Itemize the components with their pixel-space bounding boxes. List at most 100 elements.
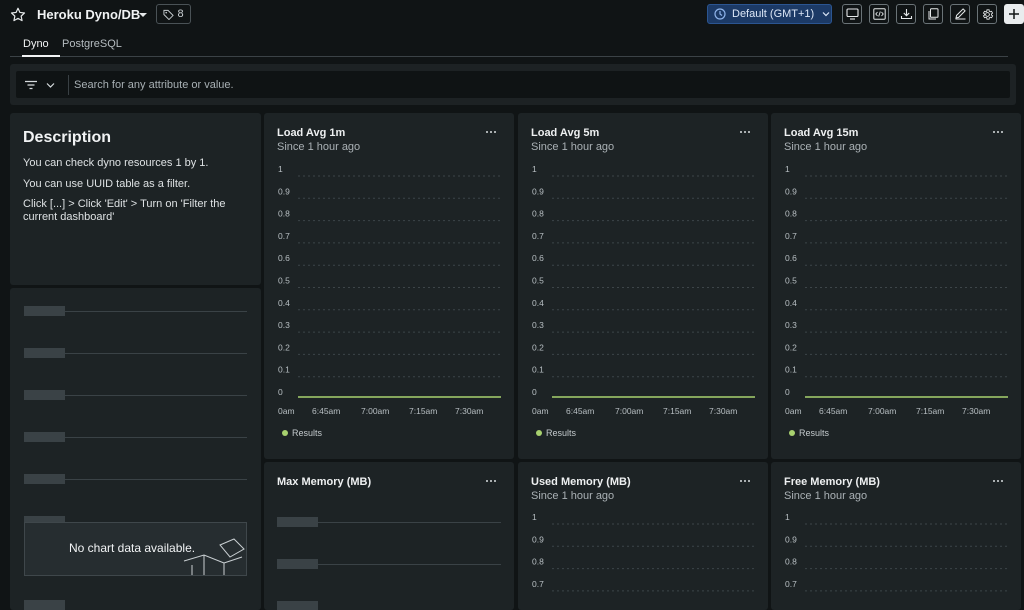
filter-menu-button[interactable]	[24, 77, 62, 93]
tv-mode-button[interactable]	[842, 4, 862, 24]
y-tick-label: 0.9	[278, 186, 290, 196]
filter-bar	[10, 64, 1016, 105]
x-tick-label: 7:00am	[615, 406, 643, 416]
search-divider	[68, 75, 69, 95]
code-icon	[872, 8, 886, 20]
y-tick-label: 0.8	[532, 209, 544, 219]
search-container	[16, 71, 1010, 98]
y-tick-label: 1	[532, 164, 537, 174]
tag-count: 8	[177, 8, 184, 20]
y-tick-label: 0.5	[278, 276, 290, 286]
y-tick-label: 0.4	[785, 298, 797, 308]
json-button[interactable]	[869, 4, 889, 24]
y-tick-label: 1	[278, 164, 283, 174]
search-input[interactable]	[74, 75, 994, 95]
y-tick-label: 0.1	[785, 365, 797, 375]
chart-canvas: 1 0.9 0.8 0.7	[532, 512, 755, 592]
settings-button[interactable]	[977, 4, 997, 24]
description-title: Description	[23, 129, 112, 146]
legend-label: Results	[546, 428, 577, 438]
y-tick-label: 0	[532, 387, 537, 397]
skeleton-bar	[24, 600, 65, 610]
chart-legend[interactable]: Results	[536, 428, 576, 438]
tags-button[interactable]: 8	[156, 4, 191, 24]
x-tick-label: 7:00am	[361, 406, 389, 416]
legend-label: Results	[799, 428, 830, 438]
x-tick-label: 6:45am	[566, 406, 594, 416]
legend-swatch	[789, 430, 795, 436]
description-line: You can check dyno resources 1 by 1.	[23, 157, 209, 169]
y-tick-label: 0.2	[278, 342, 290, 352]
legend-swatch	[536, 430, 542, 436]
y-tick-label: 0.3	[785, 320, 797, 330]
y-tick-label: 0.6	[278, 253, 290, 263]
x-tick-label: 6:45am	[819, 406, 847, 416]
chart-panel-load-avg-15m: Load Avg 15m Since 1 hour ago 1 0.9 0.8 0.7…	[771, 113, 1021, 459]
y-tick-label: 0.9	[785, 534, 797, 544]
tab-dyno[interactable]: Dyno	[23, 38, 49, 50]
active-tab-indicator	[22, 55, 60, 57]
y-tick-label: 0.7	[532, 231, 544, 241]
chart-canvas: 1 0.9 0.8 0.7	[785, 512, 1008, 592]
star-icon[interactable]	[9, 6, 27, 24]
y-tick-label: 0.7	[785, 231, 797, 241]
timezone-selector[interactable]: Default (GMT+1)	[707, 4, 832, 24]
y-tick-label: 0.9	[785, 186, 797, 196]
skeleton-bar	[277, 517, 318, 527]
y-tick-label: 0.4	[532, 298, 544, 308]
description-line: You can use UUID table as a filter.	[23, 178, 191, 190]
y-tick-label: 0.9	[532, 534, 544, 544]
skeleton-line	[318, 564, 501, 565]
y-tick-label: 0.6	[532, 253, 544, 263]
chart-legend[interactable]: Results	[282, 428, 322, 438]
y-tick-label: 0.3	[532, 320, 544, 330]
x-tick-label: 7:15am	[663, 406, 691, 416]
chart-panel-load-avg-5m: Load Avg 5m Since 1 hour ago 1 0.9 0.8 0.7 0…	[518, 113, 768, 459]
skeleton-bar	[24, 474, 65, 484]
dashboard-header: Heroku Dyno/DB 8 Default (GMT+1)	[0, 0, 1024, 34]
chevron-down-icon[interactable]	[138, 10, 148, 20]
empty-table-panel: No chart data available.	[10, 288, 261, 610]
chart-title: Max Memory (MB)	[277, 476, 372, 488]
add-widget-button[interactable]	[1004, 4, 1024, 24]
clock-icon	[714, 8, 726, 20]
chart-menu-button[interactable]	[484, 476, 498, 486]
y-tick-label: 0.8	[278, 209, 290, 219]
skeleton-line	[65, 353, 247, 354]
y-tick-label: 0.5	[785, 276, 797, 286]
x-tick-label: 0am	[532, 406, 549, 416]
chart-legend[interactable]: Results	[789, 428, 829, 438]
skeleton-line	[318, 522, 501, 523]
skeleton-line	[65, 437, 247, 438]
y-tick-label: 1	[785, 164, 790, 174]
x-tick-label: 7:15am	[916, 406, 944, 416]
tab-postgresql[interactable]: PostgreSQL	[62, 38, 122, 50]
x-tick-label: 7:15am	[409, 406, 437, 416]
y-tick-label: 0.7	[785, 579, 797, 589]
y-tick-label: 0.7	[532, 579, 544, 589]
edit-button[interactable]	[950, 4, 970, 24]
export-button[interactable]	[896, 4, 916, 24]
skeleton-bar	[24, 348, 65, 358]
pencil-icon	[954, 8, 966, 20]
filter-icon	[25, 80, 37, 90]
y-tick-label: 0.7	[278, 231, 290, 241]
skeleton-bar	[24, 306, 65, 316]
x-tick-label: 7:30am	[962, 406, 990, 416]
y-tick-label: 0.5	[532, 276, 544, 286]
skeleton-line	[65, 395, 247, 396]
plus-icon	[1009, 9, 1019, 19]
x-tick-label: 7:00am	[868, 406, 896, 416]
monitor-icon	[845, 8, 859, 20]
skeleton-line	[65, 311, 247, 312]
page-tabs: Dyno PostgreSQL	[10, 36, 1008, 57]
dashboard-title[interactable]: Heroku Dyno/DB	[37, 7, 140, 22]
y-tick-label: 0.8	[532, 557, 544, 567]
x-tick-label: 7:30am	[709, 406, 737, 416]
chevron-down-icon	[46, 82, 55, 88]
y-tick-label: 0.4	[278, 298, 290, 308]
y-tick-label: 0.1	[278, 365, 290, 375]
chart-panel-max-memory: Max Memory (MB)	[264, 462, 514, 610]
duplicate-button[interactable]	[923, 4, 943, 24]
chart-canvas: 1 0.9 0.8 0.7 0.6 0.5 0.4 0.3 0.2 0.1 0 0am 6:45am 7:…	[532, 164, 755, 416]
